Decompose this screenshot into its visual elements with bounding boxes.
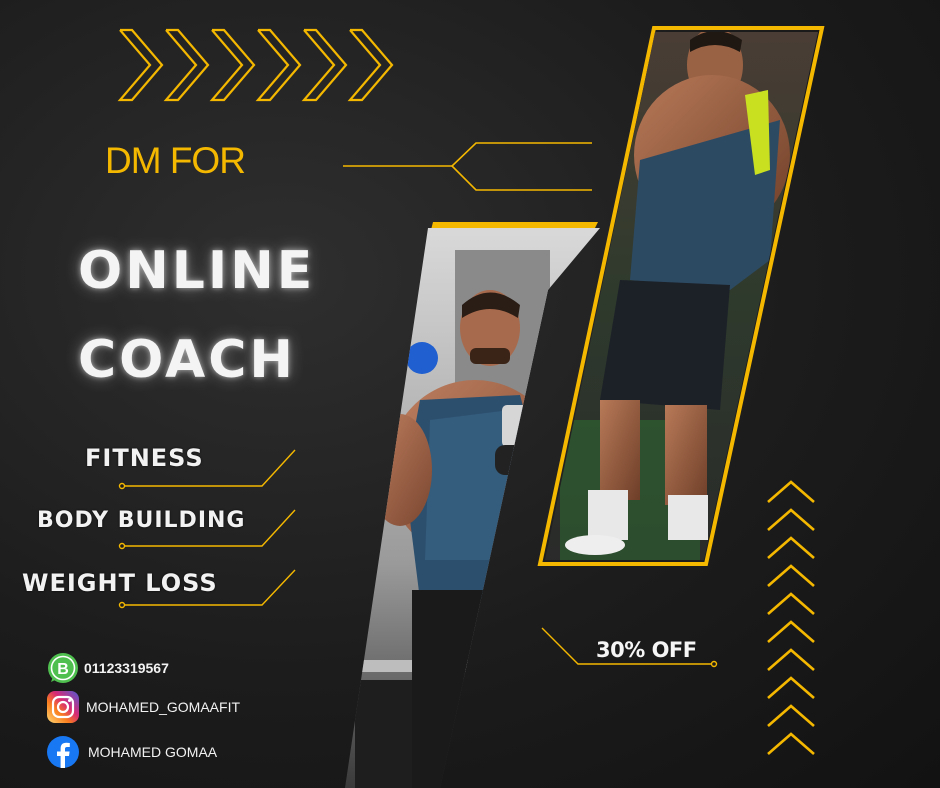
facebook-icon (47, 736, 79, 768)
service-fitness: FITNESS (85, 444, 204, 472)
instagram-handle: MOHAMED_GOMAAFIT (86, 699, 241, 715)
service-weight-loss: WEIGHT LOSS (22, 569, 218, 597)
headline-coach: COACH (78, 330, 296, 390)
whatsapp-number: 01123319567 (84, 660, 169, 676)
instagram-icon (47, 691, 79, 723)
headline-online: ONLINE (78, 241, 316, 301)
discount-offer: 30% OFF (596, 638, 697, 662)
svg-text:B: B (57, 661, 69, 678)
contact-facebook[interactable]: MOHAMED GOMAA (46, 735, 217, 769)
promo-poster: DM FOR ONLINE COACH FITNESS BODY BUILDIN… (0, 0, 940, 788)
contact-instagram[interactable]: MOHAMED_GOMAAFIT (46, 690, 240, 724)
contact-whatsapp[interactable]: B 01123319567 (46, 651, 169, 685)
facebook-name: MOHAMED GOMAA (88, 744, 218, 760)
whatsapp-business-icon: B (48, 653, 78, 683)
service-body-building: BODY BUILDING (37, 508, 246, 533)
intro-text: DM FOR (105, 140, 246, 181)
